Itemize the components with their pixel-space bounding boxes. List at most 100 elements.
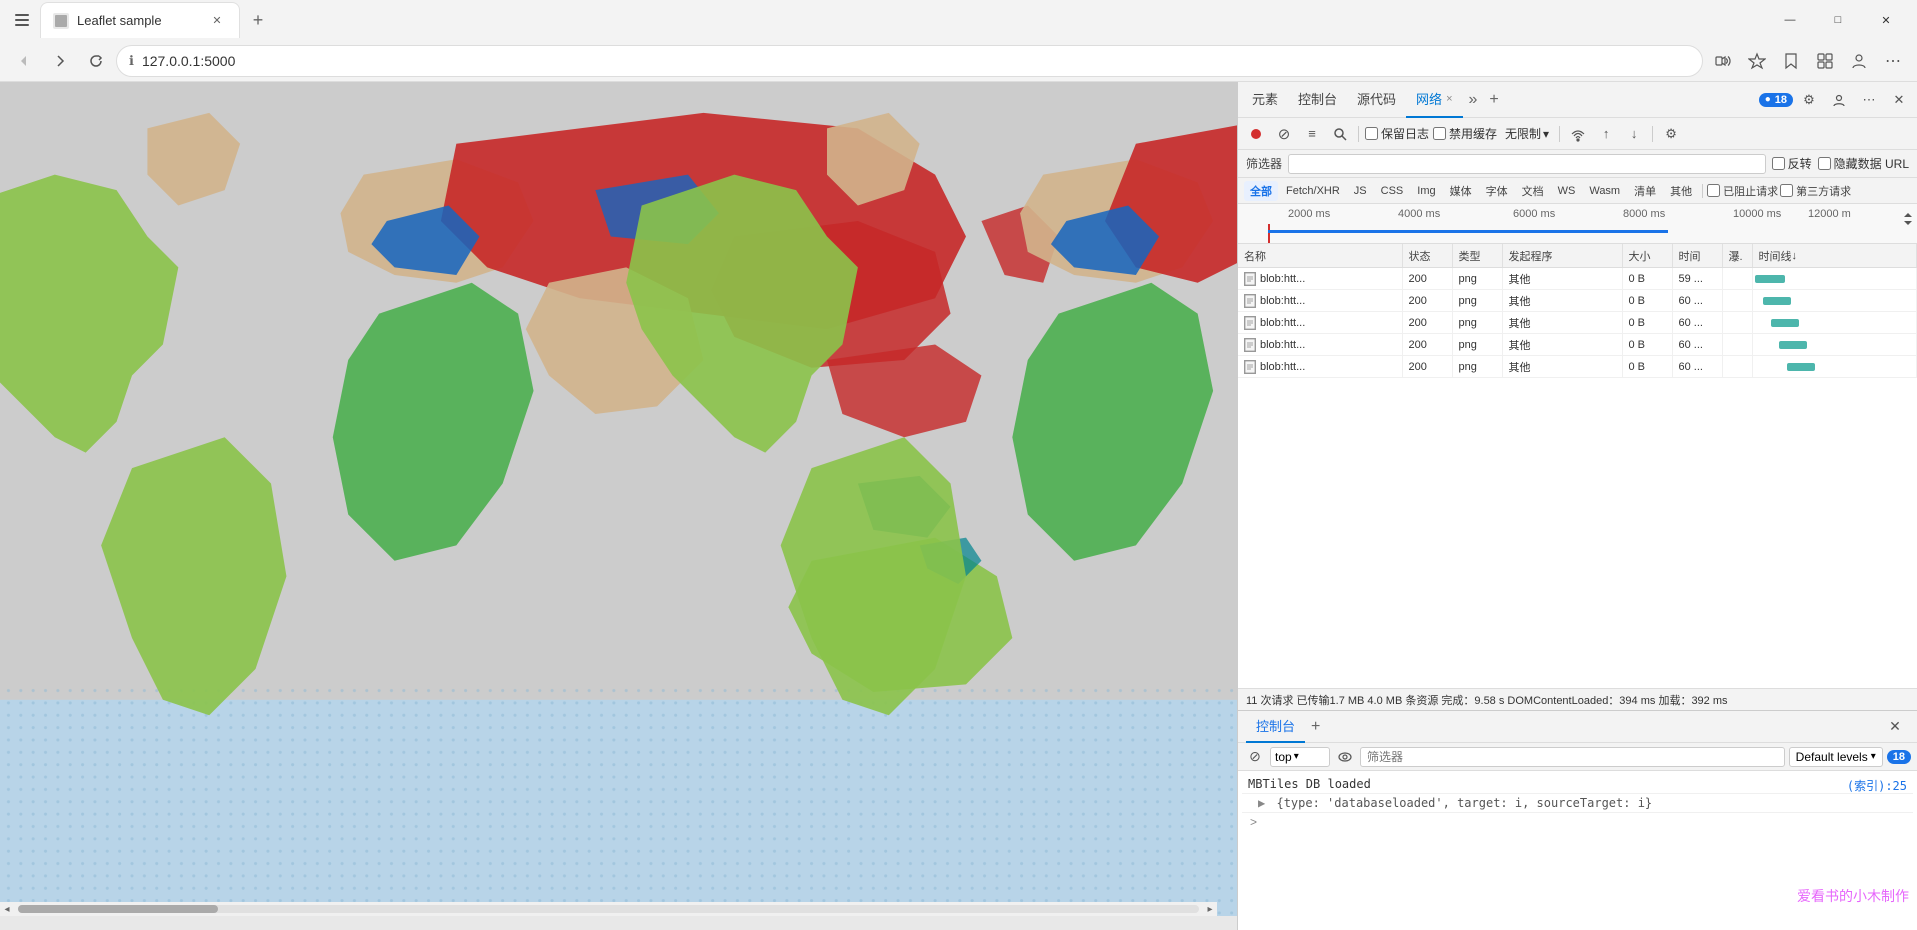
disable-cache-checkbox[interactable]: 禁用缓存 bbox=[1433, 125, 1497, 142]
console-link-0[interactable]: (索引):25 bbox=[1847, 777, 1907, 794]
console-filter-input[interactable] bbox=[1360, 747, 1785, 767]
read-aloud-button[interactable] bbox=[1707, 45, 1739, 77]
th-status[interactable]: 状态 bbox=[1403, 244, 1453, 267]
devtools-more-tabs[interactable]: » bbox=[1463, 91, 1484, 109]
console-close-button[interactable]: ✕ bbox=[1881, 713, 1909, 741]
timeline-sort-icon[interactable] bbox=[1903, 212, 1913, 229]
back-button[interactable] bbox=[8, 45, 40, 77]
separator2 bbox=[1559, 126, 1560, 142]
close-button[interactable]: ✕ bbox=[1863, 4, 1909, 36]
forward-button[interactable] bbox=[44, 45, 76, 77]
td-size-2: 0 B bbox=[1623, 312, 1673, 333]
tab-sources[interactable]: 源代码 bbox=[1347, 82, 1406, 118]
type-filter-wasm[interactable]: Wasm bbox=[1583, 183, 1626, 199]
devtools-close-button[interactable]: ✕ bbox=[1885, 86, 1913, 114]
tab-close-button[interactable]: ✕ bbox=[207, 11, 227, 31]
network-table[interactable]: 名称 状态 类型 发起程序 大小 时间 瀑. 时间线 blob:htt... bbox=[1238, 244, 1917, 688]
favorites-button[interactable] bbox=[1741, 45, 1773, 77]
tab-console[interactable]: 控制台 bbox=[1288, 82, 1347, 118]
table-row[interactable]: blob:htt... 200 png 其他 0 B 60 ... bbox=[1238, 290, 1917, 312]
new-tab-button[interactable]: + bbox=[244, 6, 272, 34]
table-row[interactable]: blob:htt... 200 png 其他 0 B 60 ... bbox=[1238, 334, 1917, 356]
th-priority[interactable]: 瀑. bbox=[1723, 244, 1753, 267]
file-icon bbox=[1244, 316, 1256, 330]
type-filter-doc[interactable]: 文档 bbox=[1516, 181, 1550, 201]
devtools-more-button[interactable]: ⋯ bbox=[1855, 86, 1883, 114]
network-settings-button[interactable]: ⚙ bbox=[1659, 122, 1683, 146]
network-search-button[interactable] bbox=[1328, 122, 1352, 146]
filter-input[interactable] bbox=[1288, 154, 1766, 174]
map-scrollbar-h[interactable]: ◂ ▸ bbox=[0, 902, 1217, 916]
sidebar-toggle-icon[interactable] bbox=[8, 6, 36, 34]
table-row[interactable]: blob:htt... 200 png 其他 0 B 59 ... bbox=[1238, 268, 1917, 290]
console-expand-arrow[interactable]: ▶ bbox=[1258, 796, 1265, 810]
console-badge: 18 bbox=[1887, 750, 1911, 764]
refresh-button[interactable] bbox=[80, 45, 112, 77]
type-filter-js[interactable]: JS bbox=[1348, 183, 1373, 199]
bookmark-button[interactable] bbox=[1775, 45, 1807, 77]
td-priority-3 bbox=[1723, 334, 1753, 355]
console-prompt[interactable]: > bbox=[1242, 813, 1913, 831]
td-waterfall-0 bbox=[1753, 268, 1917, 289]
td-name-3: blob:htt... bbox=[1238, 334, 1403, 355]
scroll-track bbox=[18, 905, 1199, 913]
scroll-right[interactable]: ▸ bbox=[1203, 902, 1217, 916]
upload-icon[interactable]: ↑ bbox=[1594, 122, 1618, 146]
devtools-add-tab[interactable]: + bbox=[1483, 91, 1504, 109]
preserve-log-checkbox[interactable]: 保留日志 bbox=[1365, 125, 1429, 142]
browser-tab-active[interactable]: Leaflet sample ✕ bbox=[40, 2, 240, 38]
scroll-left[interactable]: ◂ bbox=[0, 902, 14, 916]
network-record-button[interactable] bbox=[1244, 122, 1268, 146]
wifi-icon[interactable] bbox=[1566, 122, 1590, 146]
console-add-tab[interactable]: + bbox=[1305, 718, 1326, 736]
type-filter-manifest[interactable]: 清单 bbox=[1628, 181, 1662, 201]
timeline-header: 2000 ms 4000 ms 6000 ms 8000 ms 10000 ms… bbox=[1238, 204, 1917, 244]
type-filter-font[interactable]: 字体 bbox=[1480, 181, 1514, 201]
th-type[interactable]: 类型 bbox=[1453, 244, 1503, 267]
minimize-button[interactable]: — bbox=[1767, 4, 1813, 36]
throttle-select[interactable]: 无限制 ▾ bbox=[1501, 123, 1553, 144]
download-icon[interactable]: ↓ bbox=[1622, 122, 1646, 146]
collections-button[interactable] bbox=[1809, 45, 1841, 77]
table-row[interactable]: blob:htt... 200 png 其他 0 B 60 ... bbox=[1238, 312, 1917, 334]
console-stop-button[interactable]: ⊘ bbox=[1244, 746, 1266, 768]
type-filter-fetch[interactable]: Fetch/XHR bbox=[1280, 183, 1346, 199]
filter-label: 筛选器 bbox=[1246, 155, 1282, 172]
type-filter-ws[interactable]: WS bbox=[1552, 183, 1582, 199]
table-row[interactable]: blob:htt... 200 png 其他 0 B 60 ... bbox=[1238, 356, 1917, 378]
leaflet-map[interactable]: + − > ‹ › ◂ bbox=[0, 82, 1237, 916]
dom-loaded-line bbox=[1268, 224, 1270, 243]
tab-network[interactable]: 网络 × bbox=[1406, 82, 1462, 118]
scroll-thumb[interactable] bbox=[18, 905, 218, 913]
devtools-settings-button[interactable]: ⚙ bbox=[1795, 86, 1823, 114]
reverse-filter-checkbox[interactable]: 反转 bbox=[1772, 155, 1812, 172]
hide-data-urls-checkbox[interactable]: 隐藏数据 URL bbox=[1818, 155, 1909, 172]
th-name[interactable]: 名称 bbox=[1238, 244, 1403, 267]
th-time[interactable]: 时间 bbox=[1673, 244, 1723, 267]
console-tab[interactable]: 控制台 bbox=[1246, 711, 1305, 743]
blocked-requests-checkbox[interactable]: 已阻止请求 bbox=[1707, 183, 1778, 199]
type-filter-media[interactable]: 媒体 bbox=[1444, 181, 1478, 201]
more-button[interactable]: ⋯ bbox=[1877, 45, 1909, 77]
type-filter-img[interactable]: Img bbox=[1411, 183, 1441, 199]
console-context-selector[interactable]: top ▾ bbox=[1270, 747, 1330, 767]
network-filter-button[interactable]: ≡ bbox=[1300, 122, 1324, 146]
td-initiator-4: 其他 bbox=[1503, 356, 1623, 377]
console-levels-button[interactable]: Default levels ▾ bbox=[1789, 747, 1883, 767]
th-initiator[interactable]: 发起程序 bbox=[1503, 244, 1623, 267]
type-filter-other[interactable]: 其他 bbox=[1664, 181, 1698, 201]
console-panel: 控制台 + ✕ ⊘ top ▾ bbox=[1238, 710, 1917, 930]
type-filter-css[interactable]: CSS bbox=[1375, 183, 1410, 199]
third-party-checkbox[interactable]: 第三方请求 bbox=[1780, 183, 1851, 199]
type-filter-all[interactable]: 全部 bbox=[1244, 181, 1278, 201]
tab-elements[interactable]: 元素 bbox=[1242, 82, 1288, 118]
profile-button[interactable] bbox=[1843, 45, 1875, 77]
console-eye-button[interactable] bbox=[1334, 746, 1356, 768]
address-bar[interactable]: ℹ 127.0.0.1:5000 bbox=[116, 45, 1703, 77]
devtools-user-button[interactable] bbox=[1825, 86, 1853, 114]
th-waterfall[interactable]: 时间线 bbox=[1753, 244, 1917, 267]
maximize-button[interactable]: □ bbox=[1815, 4, 1861, 36]
network-stop-button[interactable]: ⊘ bbox=[1272, 122, 1296, 146]
td-type-1: png bbox=[1453, 290, 1503, 311]
th-size[interactable]: 大小 bbox=[1623, 244, 1673, 267]
